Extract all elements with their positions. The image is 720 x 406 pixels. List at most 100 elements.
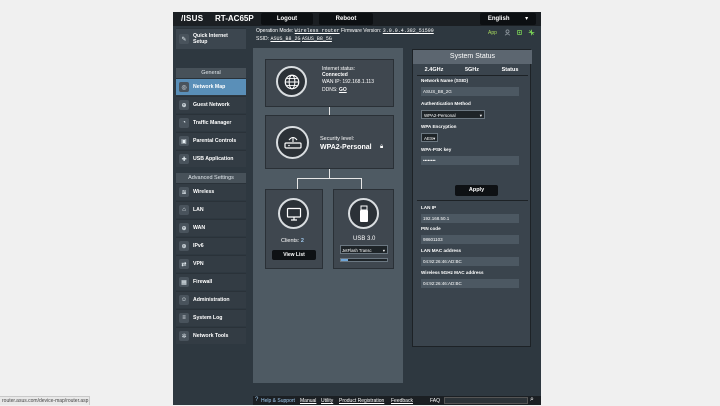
feedback-link[interactable]: Feedback <box>391 398 413 404</box>
clients-card[interactable]: Clients: 2 View List <box>265 189 323 269</box>
sidebar-item-network-map[interactable]: ◎ Network Map <box>176 78 246 95</box>
asus-logo: /ISUS <box>181 14 204 23</box>
firewall-icon: ▦ <box>179 277 189 287</box>
wpa-psk-input[interactable]: •••••••• <box>421 156 519 165</box>
connector-line <box>297 178 361 179</box>
chevron-down-icon: ▾ <box>479 113 482 118</box>
info-bar: Operation Mode: Wireless router Firmware… <box>256 26 541 44</box>
sidebar-item-vpn[interactable]: ⇄ VPN <box>176 255 246 272</box>
quick-internet-setup[interactable]: ✎ Quick Internet Setup <box>176 28 246 49</box>
sidebar-item-administration[interactable]: ☺ Administration <box>176 291 246 308</box>
connector-line <box>329 107 330 115</box>
app-label[interactable]: App <box>488 30 497 36</box>
help-icon: ? <box>255 397 259 403</box>
product-registration-link[interactable]: Product Registration <box>339 398 384 404</box>
clients-label: Clients: <box>281 238 300 244</box>
sidebar-item-traffic-manager[interactable]: ◔ Traffic Manager <box>176 114 246 131</box>
usb-usage-bar <box>340 258 388 262</box>
sidebar-item-firewall[interactable]: ▦ Firewall <box>176 273 246 290</box>
router-security-card[interactable]: Security level: WPA2-Personal 🔒︎ <box>265 115 394 169</box>
advanced-settings-heading: Advanced Settings <box>176 173 246 183</box>
sidebar-item-wireless[interactable]: ≋ Wireless <box>176 183 246 200</box>
sidebar-item-wan[interactable]: ⊕ WAN <box>176 219 246 236</box>
globe-icon[interactable] <box>276 66 307 97</box>
connector-line <box>329 169 330 178</box>
view-list-button[interactable]: View List <box>272 250 316 260</box>
chevron-down-icon: ▾ <box>433 136 436 141</box>
language-select[interactable]: English ▾ <box>480 13 536 25</box>
ssid-input[interactable]: ASUS_B8_2G <box>421 87 519 96</box>
sidebar-item-usb-application[interactable]: ✚ USB Application <box>176 150 246 167</box>
firmware-link[interactable]: 3.0.0.4.382_51599 <box>383 28 434 34</box>
utility-link[interactable]: Utility <box>321 398 333 404</box>
faq-search-input[interactable] <box>444 397 528 404</box>
language-value: English <box>487 16 510 22</box>
wpa-psk-label: WPA-PSK key <box>421 147 452 152</box>
lan-icon: ⌂ <box>179 205 189 215</box>
network-status-icon[interactable] <box>528 29 535 36</box>
lock-icon: ▣ <box>179 136 189 146</box>
auth-method-label: Authentication Method <box>421 101 471 106</box>
ssid-5-link[interactable]: ASUS_B8_5G <box>302 36 332 42</box>
ipv6-icon: ⊛ <box>179 241 189 251</box>
ssid-label: SSID: <box>256 36 270 42</box>
globe-icon: ⊕ <box>179 100 189 110</box>
sidebar-item-parental-controls[interactable]: ▣ Parental Controls <box>176 132 246 149</box>
usb-usage-fill <box>341 259 348 261</box>
search-icon[interactable]: ⌕ <box>530 396 534 404</box>
user-icon[interactable] <box>504 29 511 36</box>
ssid-field-label: Network Name (SSID) <box>421 78 468 83</box>
network-map-panel: Internet status: Connected WAN IP: 192.1… <box>253 48 403 383</box>
sidebar-item-network-tools[interactable]: ✲ Network Tools <box>176 327 246 344</box>
lan-ip-label: LAN IP <box>421 205 437 210</box>
lan-mac-label: LAN MAC address <box>421 248 462 253</box>
system-status-panel: System Status 2.4GHz 5GHz Status Network… <box>412 49 532 347</box>
chevron-down-icon: ▾ <box>382 248 385 253</box>
manual-link[interactable]: Manual <box>300 398 316 404</box>
tab-5ghz[interactable]: 5GHz <box>453 66 491 75</box>
monitor-icon[interactable] <box>278 198 309 229</box>
reboot-button[interactable]: Reboot <box>319 13 373 25</box>
usb-version-label: USB 3.0 <box>353 236 376 242</box>
wan-ip-label: WAN IP: <box>322 79 341 85</box>
usb-card[interactable]: USB 3.0 JetFlash Transc ▾ <box>333 189 394 269</box>
tab-24ghz[interactable]: 2.4GHz <box>415 66 453 75</box>
logout-button[interactable]: Logout <box>261 13 313 25</box>
lan-mac-value: 04:92:26:46:AD:BC <box>421 257 519 266</box>
wan-ip-value: 192.168.1.113 <box>342 79 374 85</box>
wpa-encryption-select[interactable]: AES▾ <box>421 133 438 142</box>
sidebar-item-lan[interactable]: ⌂ LAN <box>176 201 246 218</box>
wpa-encryption-label: WPA Encryption <box>421 124 457 129</box>
sidebar-item-ipv6[interactable]: ⊛ IPv6 <box>176 237 246 254</box>
usb-status-icon[interactable] <box>516 29 523 36</box>
usb-drive-icon[interactable] <box>348 198 379 229</box>
tab-status[interactable]: Status <box>491 66 529 75</box>
footer-bar: ? Help & Support Manual Utility Product … <box>253 396 541 405</box>
wan-globe-icon: ⊕ <box>179 223 189 233</box>
tab-divider <box>417 75 528 76</box>
status-divider <box>417 200 528 201</box>
model-name: RT-AC65P <box>215 14 254 23</box>
pin-code-value: 98601103 <box>421 235 519 244</box>
sidebar-item-system-log[interactable]: ≡ System Log <box>176 309 246 326</box>
wifi-icon: ≋ <box>179 187 189 197</box>
ddns-go-link[interactable]: GO <box>339 87 347 93</box>
sidebar-item-guest-network[interactable]: ⊕ Guest Network <box>176 96 246 113</box>
operation-mode-link[interactable]: Wireless router <box>295 28 340 34</box>
security-level-value: WPA2-Personal <box>320 144 372 151</box>
internet-status-card[interactable]: Internet status: Connected WAN IP: 192.1… <box>265 59 394 107</box>
lan-ip-value: 192.168.50.1 <box>421 214 519 223</box>
gauge-icon: ◔ <box>179 118 189 128</box>
connector-line <box>361 178 362 189</box>
system-status-title: System Status <box>413 50 532 64</box>
usb-device-select[interactable]: JetFlash Transc ▾ <box>340 245 388 254</box>
apply-button[interactable]: Apply <box>455 185 498 196</box>
ddns-label: DDNS: <box>322 87 338 93</box>
browser-status-url: router.asus.com/device-map/router.asp <box>0 396 90 405</box>
clients-count[interactable]: 2 <box>301 238 304 244</box>
router-icon[interactable] <box>276 126 309 159</box>
ssid-24-link[interactable]: ASUS_B8_2G <box>270 36 300 42</box>
auth-method-select[interactable]: WPA2-Personal ▾ <box>421 110 485 119</box>
chevron-down-icon: ▾ <box>525 16 529 22</box>
connector-line <box>297 178 298 189</box>
